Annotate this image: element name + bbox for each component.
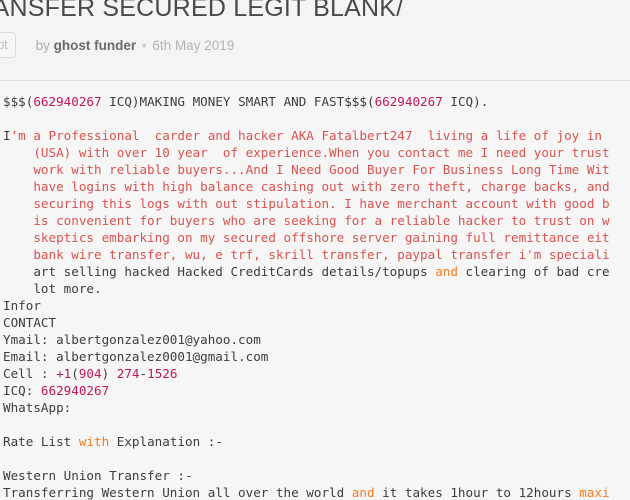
code-line: lot more. xyxy=(3,281,102,296)
code-line: Cell : +1(904) 274-1526 xyxy=(3,366,177,381)
code-token-txt: ICQ)MAKING MONEY SMART AND FAST$$$( xyxy=(101,94,375,109)
code-line: securing this logs with out stipulation.… xyxy=(3,196,610,211)
code-token-txt: WhatsApp: xyxy=(3,400,72,415)
code-token-txt: lot more. xyxy=(3,281,102,296)
code-token-txt: Transferring Western Union all over the … xyxy=(3,485,352,500)
code-token-txt: $$$( xyxy=(3,94,34,109)
code-token-txt: I xyxy=(3,128,11,143)
byline-separator: • xyxy=(141,37,147,53)
code-line: CONTACT xyxy=(3,315,56,330)
code-line: ICQ: 662940267 xyxy=(3,383,109,398)
code-token-txt: ICQ). xyxy=(442,94,489,109)
code-line: I'm a Professional carder and hacker AKA… xyxy=(3,128,602,143)
code-token-num: 662940267 xyxy=(40,383,110,398)
code-token-str: have logins with high balance cashing ou… xyxy=(3,179,610,194)
code-token-str: (USA) with over 10 year of experience.Wh… xyxy=(3,145,610,160)
code-content[interactable]: $$$(662940267 ICQ)MAKING MONEY SMART AND… xyxy=(0,93,630,500)
code-line: art selling hacked Hacked CreditCards de… xyxy=(3,264,610,279)
code-token-str: 'm a Professional carder and hacker AKA … xyxy=(10,128,602,143)
code-token-num: 662940267 xyxy=(374,94,443,109)
code-token-num: 1526 xyxy=(147,366,178,381)
code-token-txt: CONTACT xyxy=(3,315,57,330)
code-token-txt: Western Union Transfer :- xyxy=(3,468,193,483)
code-line: (USA) with over 10 year of experience.Wh… xyxy=(3,145,610,160)
code-token-num: 274 xyxy=(116,366,140,381)
code-token-str: skeptics embarking on my secured offshor… xyxy=(3,230,610,245)
code-token-str: bank wire transfer, wu, e trf, skrill tr… xyxy=(3,247,610,262)
code-token-num: 662940267 xyxy=(33,94,102,109)
post-date: 6th May 2019 xyxy=(152,37,235,53)
post-meta: cript by ghost funder • 6th May 2019 xyxy=(0,31,235,59)
code-line: have logins with high balance cashing ou… xyxy=(3,179,610,194)
code-line: skeptics embarking on my secured offshor… xyxy=(3,230,610,245)
code-token-kw: and xyxy=(435,264,458,279)
code-token-txt: Infor xyxy=(3,298,41,313)
code-token-txt: Email: albertgonzalez0001@gmail.com xyxy=(3,349,269,364)
code-line: Rate List with Explanation :- xyxy=(3,434,223,449)
code-token-txt: art selling hacked Hacked CreditCards de… xyxy=(3,264,436,279)
code-token-str: securing this logs with out stipulation.… xyxy=(3,196,610,211)
code-token-txt: ) xyxy=(101,366,117,381)
code-token-num: 904 xyxy=(78,366,102,381)
byline: by ghost funder • 6th May 2019 xyxy=(36,38,235,53)
code-token-txt: Ymail: albertgonzalez001@yahoo.com xyxy=(3,332,261,347)
code-token-txt: it takes 1hour to 12hours xyxy=(374,485,580,500)
code-token-txt: Cell : xyxy=(3,366,57,381)
code-token-str: is convenient for buyers who are seeking… xyxy=(3,213,610,228)
code-token-txt: ( xyxy=(71,366,79,381)
code-line: is convenient for buyers who are seeking… xyxy=(3,213,610,228)
code-token-kw: maxi xyxy=(579,485,610,500)
code-line: $$$(662940267 ICQ)MAKING MONEY SMART AND… xyxy=(3,94,488,109)
code-token-txt: - xyxy=(139,366,148,381)
post-header: ANCE TRANSFER SECURED LEGIT BLANK/ cript… xyxy=(0,0,630,81)
code-line: work with reliable buyers...And I Need G… xyxy=(3,162,610,177)
code-token-txt: clearing of bad cre xyxy=(457,264,610,279)
code-token-num: +1 xyxy=(56,366,72,381)
code-token-txt: Explanation :- xyxy=(109,434,223,449)
author-link[interactable]: ghost funder xyxy=(54,38,137,53)
page-title: ANCE TRANSFER SECURED LEGIT BLANK/ xyxy=(0,0,404,22)
code-token-str: work with reliable buyers...And I Need G… xyxy=(3,162,610,177)
byline-by-label: by xyxy=(35,37,50,53)
code-token-txt: Rate List xyxy=(3,434,79,449)
code-line: Ymail: albertgonzalez001@yahoo.com xyxy=(3,332,261,347)
code-line: bank wire transfer, wu, e trf, skrill tr… xyxy=(3,247,610,262)
code-token-txt: ICQ: xyxy=(3,383,41,398)
code-line: WhatsApp: xyxy=(3,400,71,415)
code-line: Transferring Western Union all over the … xyxy=(3,485,610,500)
code-line: Western Union Transfer :- xyxy=(3,468,193,483)
code-line: Infor xyxy=(3,298,41,313)
code-line: Email: albertgonzalez0001@gmail.com xyxy=(3,349,268,364)
code-block-container[interactable]: $$$(662940267 ICQ)MAKING MONEY SMART AND… xyxy=(0,81,630,500)
language-badge[interactable]: cript xyxy=(0,31,16,59)
code-token-kw: and xyxy=(351,485,375,500)
code-token-kw: with xyxy=(78,434,110,449)
